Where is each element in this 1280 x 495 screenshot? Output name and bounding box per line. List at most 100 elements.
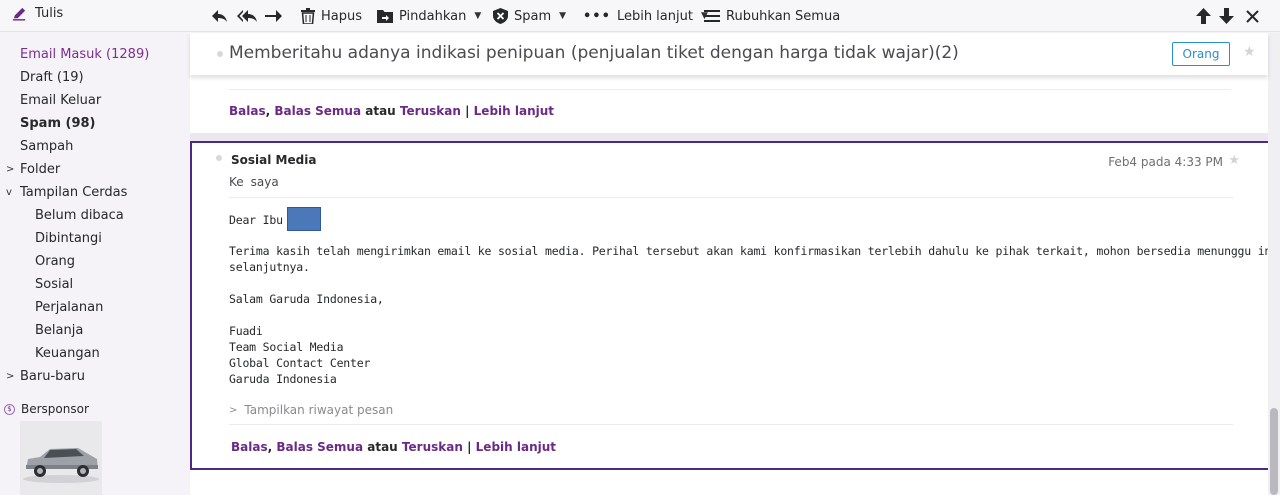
separator: | — [465, 104, 470, 118]
close-icon — [1246, 9, 1259, 23]
sidebar-item-shopping[interactable]: Belanja — [35, 323, 83, 338]
more-link[interactable]: Lebih lanjut — [474, 104, 554, 118]
folder-move-icon — [377, 10, 393, 23]
reply-all-link[interactable]: Balas Semua — [274, 104, 361, 118]
reply-icon — [212, 10, 227, 22]
star-icon[interactable]: ★ — [1228, 153, 1240, 168]
sponsor-icon: $ — [4, 403, 15, 415]
divider — [229, 424, 1233, 425]
reply-all-icon — [237, 10, 257, 22]
delete-label: Hapus — [321, 8, 363, 24]
separator: | — [467, 440, 472, 454]
signature-company: Garuda Indonesia — [229, 372, 337, 386]
message-date: Feb4 pada 4:33 PM — [1108, 155, 1223, 169]
or-text: atau — [367, 440, 398, 454]
star-icon[interactable]: ★ — [1243, 44, 1256, 60]
sponsored-text: Bersponsor — [21, 402, 89, 416]
forward-toolbar-button[interactable] — [265, 6, 282, 26]
next-message-button[interactable] — [1219, 6, 1234, 26]
sponsored-label: $ Bersponsor — [4, 402, 89, 416]
closing-text: Salam Garuda Indonesia, — [229, 292, 384, 306]
chevron-right-icon[interactable]: > — [6, 164, 14, 175]
close-button[interactable] — [1246, 6, 1259, 26]
signature-team: Team Social Media — [229, 340, 344, 354]
signature-center: Global Contact Center — [229, 356, 371, 370]
car-image — [23, 448, 99, 483]
next-message-preview — [190, 470, 1270, 495]
reply-link[interactable]: Balas — [231, 440, 268, 454]
divider — [229, 197, 1233, 198]
conversation-pane: Memberitahu adanya indikasi penipuan (pe… — [190, 33, 1280, 495]
spam-button[interactable]: Spam ▼ — [493, 6, 566, 26]
sidebar-item-people[interactable]: Orang — [35, 254, 75, 269]
people-tag-badge[interactable]: Orang — [1172, 42, 1230, 66]
chevron-right-icon[interactable]: > — [6, 371, 14, 382]
forward-arrow-icon — [265, 10, 282, 22]
subject-bar: Memberitahu adanya indikasi penipuan (pe… — [190, 33, 1268, 75]
reply-toolbar-button[interactable] — [211, 6, 228, 26]
shield-icon — [493, 8, 508, 24]
top-toolbar: Tulis Hapus Pindahkan ▼ Spam ▼ ••• Lebih… — [0, 0, 1280, 32]
signature-name: Fuadi — [229, 324, 263, 338]
chevron-down-icon: ▼ — [474, 11, 482, 21]
sidebar-item-social[interactable]: Sosial — [35, 277, 73, 292]
sidebar-item-recent[interactable]: Baru-baru — [20, 369, 85, 384]
sidebar: Email Masuk (1289) Draft (19) Email Kelu… — [0, 33, 190, 495]
recipient-line: Ke saya — [229, 175, 279, 189]
reply-all-toolbar-button[interactable] — [237, 6, 258, 26]
reply-all-link[interactable]: Balas Semua — [276, 440, 363, 454]
message-actions: Balas, Balas Semua atau Teruskan | Lebih… — [231, 440, 557, 454]
collapse-all-label: Rubuhkan Semua — [726, 8, 841, 24]
message-actions: Balas, Balas Semua atau Teruskan | Lebih… — [229, 104, 555, 118]
sidebar-item-unread[interactable]: Belum dibaca — [35, 208, 124, 223]
sidebar-item-inbox[interactable]: Email Masuk (1289) — [20, 47, 149, 62]
chevron-down-icon: ▼ — [559, 11, 567, 21]
to-label: Ke — [229, 175, 244, 189]
more-link[interactable]: Lebih lanjut — [476, 440, 556, 454]
chevron-down-icon[interactable]: v — [6, 187, 12, 198]
arrow-down-icon — [1219, 8, 1234, 24]
divider — [229, 89, 1231, 90]
sidebar-item-trash[interactable]: Sampah — [20, 139, 73, 154]
more-dots-icon: ••• — [583, 8, 611, 24]
list-icon — [704, 10, 720, 22]
sender-name[interactable]: Sosial Media — [231, 153, 316, 167]
scrollbar[interactable] — [1268, 33, 1280, 495]
recipient-name[interactable]: saya — [251, 175, 279, 189]
reply-link[interactable]: Balas — [229, 104, 266, 118]
move-label: Pindahkan — [399, 8, 467, 24]
scrollbar-thumb[interactable] — [1270, 408, 1278, 495]
message-card: Sosial Media Feb4 pada 4:33 PM ★ Ke saya … — [190, 141, 1280, 470]
body-line: selanjutnya. — [229, 260, 310, 274]
delete-button[interactable]: Hapus — [301, 6, 362, 26]
previous-message-button[interactable] — [1196, 6, 1211, 26]
sponsored-car-image[interactable] — [20, 421, 102, 495]
sidebar-item-sent[interactable]: Email Keluar — [20, 93, 101, 108]
more-button[interactable]: ••• Lebih lanjut ▼ — [583, 6, 708, 26]
sidebar-item-drafts[interactable]: Draft (19) — [20, 70, 84, 85]
redacted-name-block — [287, 207, 321, 231]
sidebar-item-spam[interactable]: Spam (98) — [20, 116, 96, 131]
compose-button[interactable]: Tulis — [12, 6, 63, 21]
forward-link[interactable]: Teruskan — [400, 104, 461, 118]
forward-link[interactable]: Teruskan — [402, 440, 463, 454]
sidebar-item-travel[interactable]: Perjalanan — [35, 300, 103, 315]
previous-message-card: Balas, Balas Semua atau Teruskan | Lebih… — [190, 75, 1268, 133]
read-status-dot-icon[interactable] — [216, 155, 222, 161]
sidebar-item-finance[interactable]: Keuangan — [35, 346, 100, 361]
or-text: atau — [365, 104, 396, 118]
sidebar-item-folders[interactable]: Folder — [20, 162, 60, 177]
read-status-dot-icon[interactable] — [217, 51, 223, 57]
compose-label: Tulis — [35, 6, 64, 21]
conversation-subject: Memberitahu adanya indikasi penipuan (pe… — [229, 43, 959, 63]
more-label: Lebih lanjut — [616, 8, 693, 24]
sidebar-item-smart-views[interactable]: Tampilan Cerdas — [20, 185, 127, 200]
chevron-right-icon: > — [229, 404, 238, 416]
sidebar-item-starred[interactable]: Dibintangi — [35, 231, 102, 246]
collapse-all-button[interactable]: Rubuhkan Semua — [704, 6, 840, 26]
spam-label: Spam — [514, 8, 552, 24]
move-button[interactable]: Pindahkan ▼ — [377, 6, 481, 26]
show-history-toggle[interactable]: > Tampilkan riwayat pesan — [229, 403, 393, 417]
pencil-icon — [12, 7, 26, 21]
show-history-label: Tampilkan riwayat pesan — [244, 403, 394, 417]
